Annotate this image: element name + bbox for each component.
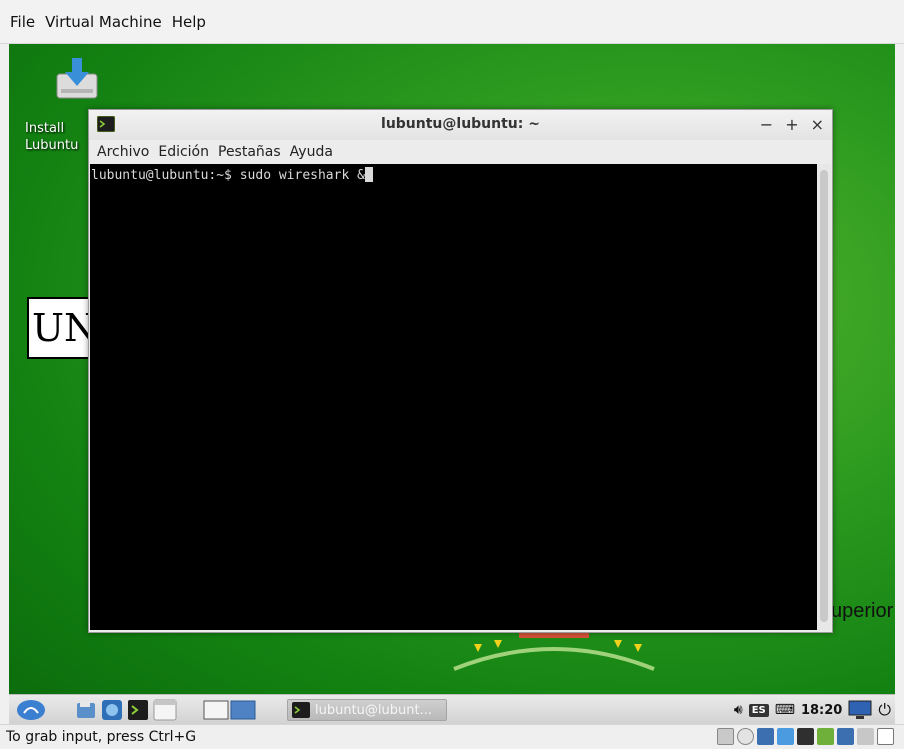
scrollbar-thumb[interactable]	[820, 170, 828, 622]
file-manager-icon[interactable]	[75, 699, 97, 721]
wallpaper-banner: UN	[27, 297, 97, 359]
taskbar-item-label: lubuntu@lubunt...	[315, 702, 432, 718]
close-button[interactable]: ×	[811, 115, 824, 134]
terminal-title: lubuntu@lubuntu: ~	[381, 116, 540, 132]
hard-disk-icon[interactable]	[717, 728, 734, 745]
start-menu-icon[interactable]	[15, 699, 47, 721]
menu-ayuda[interactable]: Ayuda	[290, 144, 333, 160]
power-icon[interactable]: ⏻	[878, 700, 891, 720]
terminal-titlebar[interactable]: lubuntu@lubuntu: ~ − + ×	[89, 110, 832, 140]
volume-icon[interactable]: 🔊︎	[734, 702, 743, 718]
minimize-button[interactable]: −	[760, 115, 773, 134]
terminal-icon	[292, 702, 310, 718]
display-icon[interactable]	[837, 728, 854, 745]
maximize-button[interactable]: +	[785, 115, 798, 134]
workspace-switcher[interactable]	[203, 699, 257, 721]
host-menu-help[interactable]: Help	[172, 13, 206, 31]
host-menu-file[interactable]: File	[10, 13, 35, 31]
monitor-icon[interactable]	[848, 700, 872, 720]
show-desktop-icon[interactable]	[153, 699, 177, 721]
terminal-cursor	[364, 167, 373, 182]
menu-edicion[interactable]: Edición	[158, 144, 209, 160]
window-controls: − + ×	[760, 115, 824, 134]
host-menubar: File Virtual Machine Help	[0, 0, 904, 44]
host-statusbar: To grab input, press Ctrl+G	[0, 724, 904, 749]
usb-icon[interactable]	[797, 728, 814, 745]
keyboard-icon[interactable]: ⌨	[775, 702, 795, 718]
system-tray: 🔊︎ ES ⌨ 18:20 ⏻	[734, 695, 895, 724]
device-status-icons	[717, 728, 894, 745]
terminal-output[interactable]: lubuntu@lubuntu:~$ sudo wireshark &	[90, 164, 817, 630]
taskbar-item-terminal[interactable]: lubuntu@lubunt...	[287, 699, 447, 721]
host-menu-virtual-machine[interactable]: Virtual Machine	[45, 13, 162, 31]
terminal-window[interactable]: lubuntu@lubuntu: ~ − + × Archivo Edición…	[88, 109, 833, 633]
floppy-icon[interactable]	[757, 728, 774, 745]
shared-folder-icon[interactable]	[817, 728, 834, 745]
wallpaper-text: uperior	[831, 600, 894, 622]
terminal-command: sudo wireshark &	[239, 168, 365, 183]
optical-drive-icon[interactable]	[737, 728, 754, 745]
clock[interactable]: 18:20	[801, 703, 842, 718]
web-browser-icon[interactable]	[101, 699, 123, 721]
menu-pestanas[interactable]: Pestañas	[218, 144, 281, 160]
recording-icon[interactable]	[857, 728, 874, 745]
terminal-menubar: Archivo Edición Pestañas Ayuda	[89, 140, 832, 164]
taskbar: lubuntu@lubunt... 🔊︎ ES ⌨ 18:20 ⏻	[9, 694, 895, 724]
menu-archivo[interactable]: Archivo	[97, 144, 149, 160]
terminal-launcher-icon[interactable]	[127, 699, 149, 721]
mouse-integration-icon[interactable]	[877, 728, 894, 745]
installer-icon	[56, 58, 98, 99]
host-status-text: To grab input, press Ctrl+G	[6, 729, 197, 745]
terminal-prompt: lubuntu@lubuntu:~$	[91, 168, 240, 183]
keyboard-layout-badge[interactable]: ES	[748, 703, 769, 717]
vm-screen[interactable]: Install Lubuntu UN uperior lubuntu@lubun…	[9, 44, 895, 724]
terminal-scrollbar[interactable]	[817, 164, 831, 630]
network-icon[interactable]	[777, 728, 794, 745]
